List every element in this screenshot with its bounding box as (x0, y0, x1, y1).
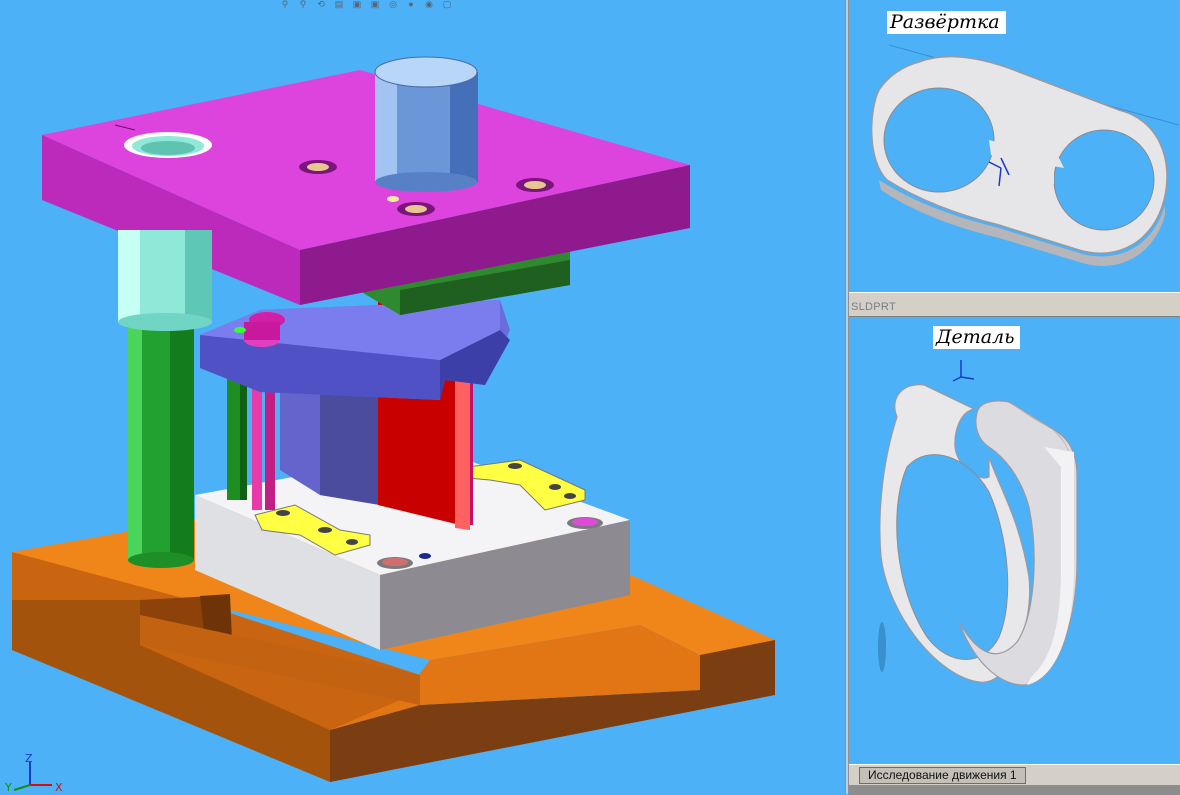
motion-study-tab[interactable]: Исследование движения 1 (859, 767, 1026, 784)
display-style-icon[interactable]: ▣ (368, 0, 382, 9)
part-label: Деталь (933, 326, 1021, 349)
die-set-assembly-model[interactable]: Z X Y (0, 0, 845, 794)
flat-pattern-label: Развёртка (887, 11, 1006, 34)
previous-view-icon[interactable]: ⟲ (314, 0, 328, 9)
triad-x-label: X (55, 781, 63, 794)
triad-z-label: Z (25, 752, 33, 765)
view-orientation-icon[interactable]: ▣ (350, 0, 364, 9)
zoom-to-fit-icon[interactable]: ⚲ (278, 0, 292, 9)
hide-show-icon[interactable]: ◎ (386, 0, 400, 9)
section-view-icon[interactable]: ▤ (332, 0, 346, 9)
guide-pillar-front[interactable] (128, 320, 194, 568)
triad-y-label: Y (4, 781, 12, 794)
flat-pattern-model[interactable] (849, 0, 1180, 292)
part-viewport[interactable]: Деталь (849, 317, 1180, 764)
heads-up-view-toolbar: ⚲ ⚲ ⟲ ▤ ▣ ▣ ◎ ● ◉ ▢ (278, 0, 454, 10)
zoom-area-icon[interactable]: ⚲ (296, 0, 310, 9)
scene-icon[interactable]: ◉ (422, 0, 436, 9)
die-shank[interactable] (374, 56, 478, 192)
appearance-icon[interactable]: ● (404, 0, 418, 9)
file-type-label: SLDPRT (851, 301, 896, 313)
view-settings-icon[interactable]: ▢ (440, 0, 454, 9)
part-model[interactable] (849, 317, 1180, 764)
flat-pattern-viewport[interactable]: Развёртка (849, 0, 1180, 292)
pane-separator-bar[interactable]: SLDPRT (849, 292, 1180, 317)
coordinate-triad: Z X Y (4, 752, 63, 794)
guide-pillar-rear[interactable] (227, 375, 247, 500)
main-graphics-area[interactable]: ⚲ ⚲ ⟲ ▤ ▣ ▣ ◎ ● ◉ ▢ Z X Y (0, 0, 845, 794)
motion-study-tab-bar: Исследование движения 1 (849, 764, 1180, 795)
